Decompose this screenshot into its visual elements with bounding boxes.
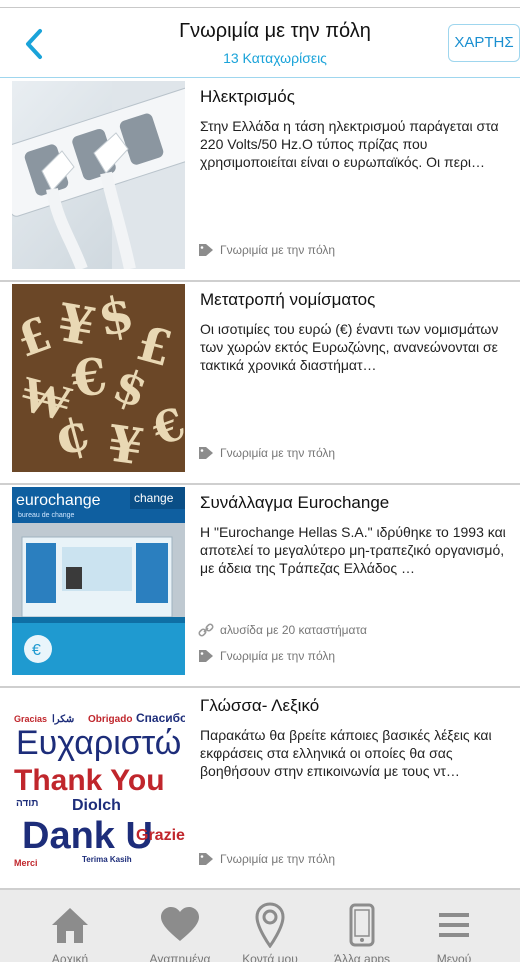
- entries-count: 13 Καταχωρίσεις: [223, 50, 327, 66]
- tag-icon: [199, 853, 213, 865]
- header-bar: Γνωριμία με την πόλη 13 Καταχωρίσεις ΧΑΡ…: [0, 8, 520, 78]
- category-tag[interactable]: Γνωριμία με την πόλη: [198, 649, 335, 663]
- tab-menu[interactable]: Μενού: [402, 890, 506, 962]
- map-pin-icon: [255, 902, 285, 948]
- item-title: Γλώσσα- Λεξικό: [200, 696, 320, 715]
- list-item[interactable]: eurochange bureau de change change € Συν…: [0, 485, 520, 688]
- tag-icon: [199, 244, 213, 256]
- status-bar: [0, 0, 520, 8]
- category-tag[interactable]: Γνωριμία με την πόλη: [198, 243, 335, 257]
- svg-text:Gracias: Gracias: [14, 714, 47, 724]
- tag-icon: [199, 650, 213, 662]
- store-chain-link[interactable]: αλυσίδα με 20 καταστήματα: [198, 623, 367, 637]
- tab-label: Αγαπημένα: [149, 952, 211, 962]
- tab-home[interactable]: Αρχική: [18, 890, 122, 962]
- category-label: Γνωριμία με την πόλη: [220, 446, 336, 460]
- item-description: Οι ισοτιμίες του ευρώ (€) έναντι των νομ…: [200, 321, 499, 373]
- item-description: Στην Ελλάδα η τάση ηλεκτρισμού παράγεται…: [200, 118, 499, 170]
- svg-text:תודה: תודה: [16, 798, 38, 809]
- currency-symbols-image: £ ¥ $ £ ₩ € $ ¢ ¥ €: [12, 284, 185, 472]
- svg-text:Merci: Merci: [14, 858, 38, 868]
- store-sub-text: bureau de change: [18, 512, 75, 519]
- item-description: Παρακάτω θα βρείτε κάποιες βασικές λέξει…: [200, 727, 492, 779]
- page-title: Γνωριμία με την πόλη: [179, 20, 371, 42]
- list-item[interactable]: £ ¥ $ £ ₩ € $ ¢ ¥ € Μετατροπή νομίσματος…: [0, 282, 520, 485]
- category-label: Γνωριμία με την πόλη: [220, 243, 336, 257]
- tab-nearby[interactable]: Κοντά μου: [218, 890, 322, 962]
- chevron-left-icon: [26, 29, 42, 59]
- tab-label: Αρχική: [51, 952, 89, 962]
- eurochange-store-image: eurochange bureau de change change €: [12, 487, 185, 675]
- category-tag[interactable]: Γνωριμία με την πόλη: [198, 852, 335, 866]
- item-description: Η "Eurochange Hellas S.A." ιδρύθηκε το 1…: [200, 524, 506, 576]
- link-label: αλυσίδα με 20 καταστήματα: [220, 623, 367, 637]
- item-title: Ηλεκτρισμός: [200, 87, 295, 106]
- map-button[interactable]: ΧΑΡΤΗΣ: [448, 24, 520, 62]
- heart-icon: [161, 907, 199, 941]
- list-item[interactable]: Gracias شكرا Obrigado Спасибо Ευχαριστώ …: [0, 688, 520, 891]
- svg-text:Thank You: Thank You: [14, 764, 165, 797]
- store-brand-text: eurochange: [16, 492, 101, 509]
- home-icon: [52, 908, 88, 943]
- item-title: Μετατροπή νομίσματος: [200, 290, 376, 309]
- list-item[interactable]: Ηλεκτρισμός Στην Ελλάδα η τάση ηλεκτρισμ…: [0, 79, 520, 282]
- svg-text:Dank U: Dank U: [22, 815, 153, 857]
- link-icon: [198, 623, 214, 637]
- svg-text:Grazie: Grazie: [136, 827, 185, 844]
- category-label: Γνωριμία με την πόλη: [220, 649, 336, 663]
- svg-text:€: €: [32, 642, 41, 659]
- category-tag[interactable]: Γνωριμία με την πόλη: [198, 446, 335, 460]
- tab-other-apps[interactable]: Άλλα apps: [310, 890, 414, 962]
- category-label: Γνωριμία με την πόλη: [220, 852, 336, 866]
- thank-you-word-cloud-image: Gracias شكرا Obrigado Спасибо Ευχαριστώ …: [12, 690, 185, 878]
- phone-icon: [349, 903, 375, 947]
- svg-text:Спасибо: Спасибо: [136, 711, 185, 725]
- tab-label: Κοντά μου: [242, 952, 298, 962]
- menu-icon: [439, 913, 469, 937]
- electric-plugs-image: [12, 81, 185, 269]
- back-button[interactable]: [20, 28, 50, 60]
- svg-text:Terima Kasih: Terima Kasih: [82, 855, 132, 864]
- svg-text:Diolch: Diolch: [72, 797, 121, 814]
- svg-text:¥: ¥: [104, 413, 147, 472]
- tab-label: Μενού: [436, 952, 472, 962]
- tag-icon: [199, 447, 213, 459]
- tab-favorites[interactable]: Αγαπημένα: [128, 890, 232, 962]
- tab-label: Άλλα apps: [333, 952, 391, 962]
- entries-list: Ηλεκτρισμός Στην Ελλάδα η τάση ηλεκτρισμ…: [0, 79, 520, 891]
- store-side-text: change: [134, 491, 174, 505]
- item-title: Συνάλλαγμα Eurochange: [200, 493, 390, 512]
- bottom-tab-bar: Αρχική Αγαπημένα Κοντά μου Άλλα apps Μεν…: [0, 888, 520, 962]
- svg-text:Ευχαριστώ: Ευχαριστώ: [16, 724, 181, 762]
